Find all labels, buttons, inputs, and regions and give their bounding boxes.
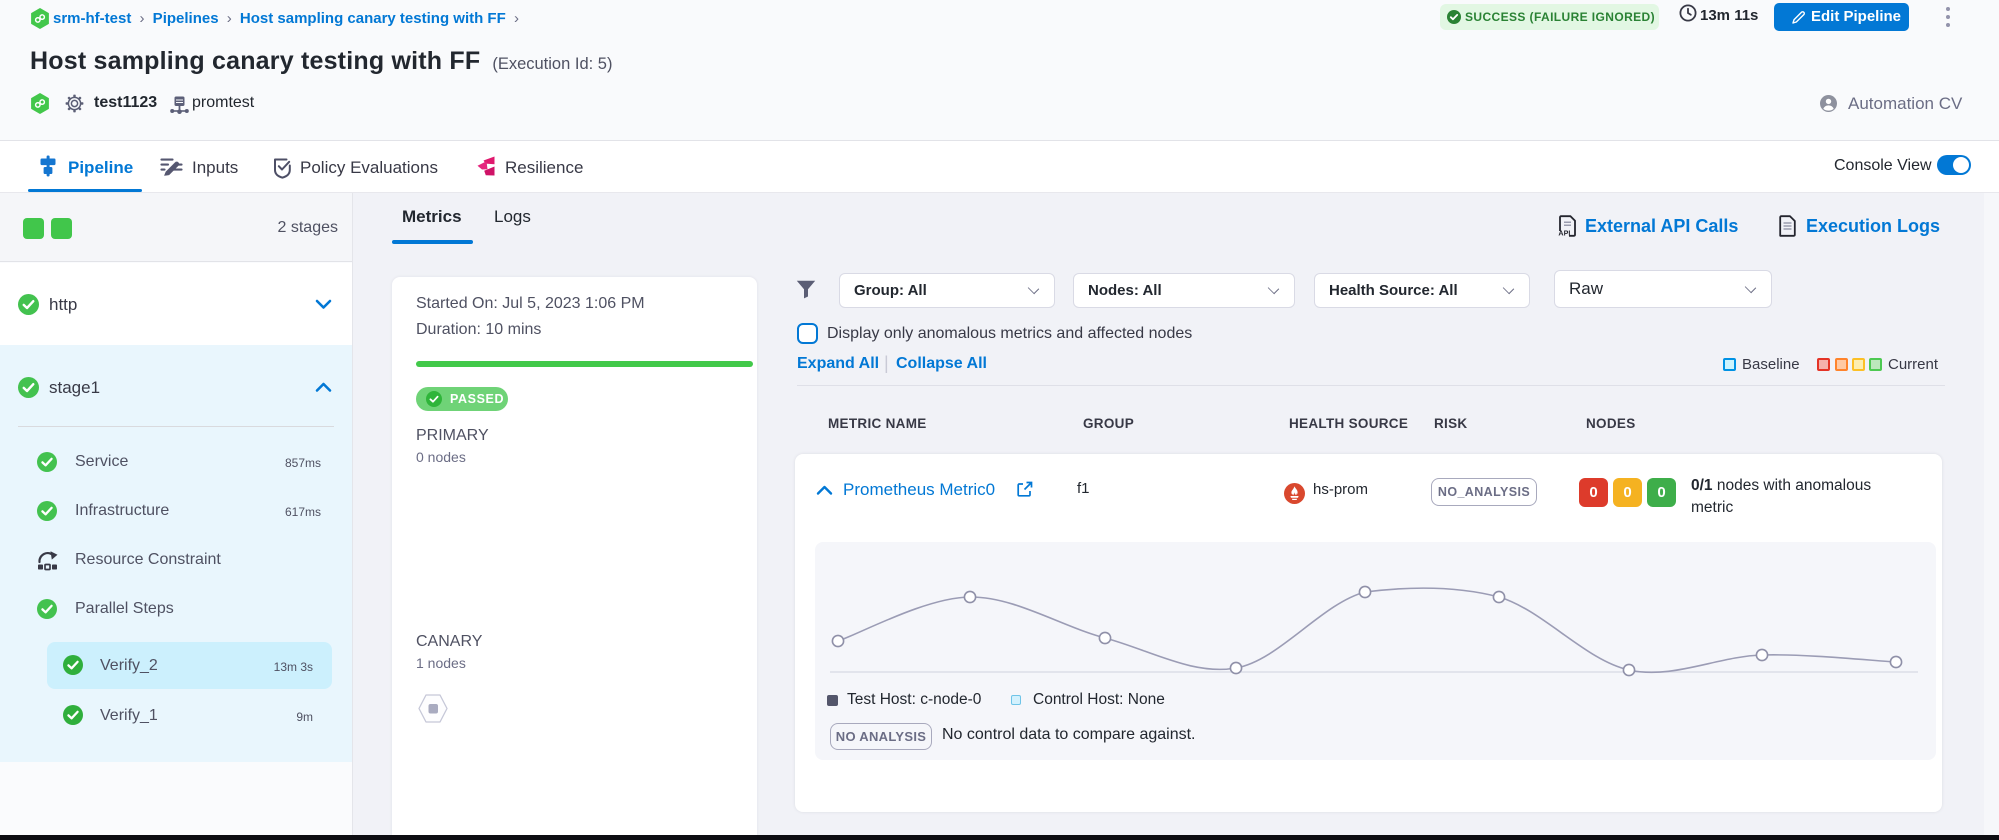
svg-text:API: API	[1558, 228, 1570, 237]
